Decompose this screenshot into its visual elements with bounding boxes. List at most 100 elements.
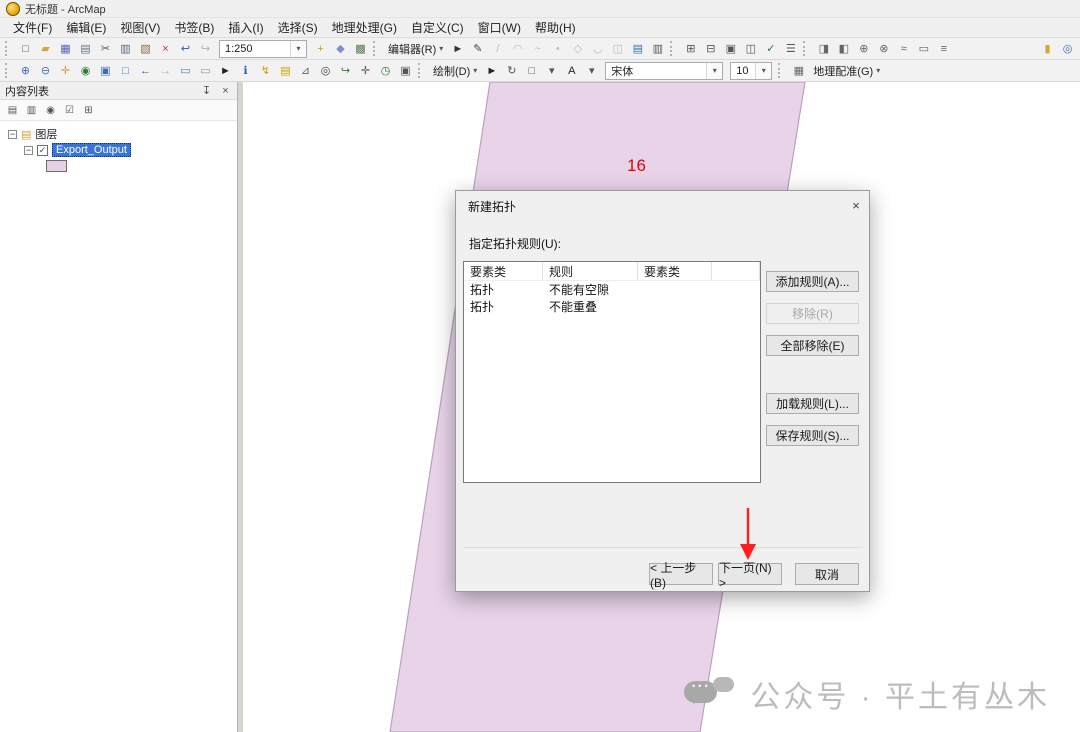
find-route-icon[interactable]: ↪ — [336, 61, 355, 80]
menu-edit[interactable]: 编辑(E) — [59, 17, 113, 38]
toolbar-grip[interactable] — [778, 63, 784, 78]
select-elements-icon[interactable]: ► — [216, 61, 235, 80]
cancel-button[interactable]: 取消 — [795, 563, 859, 585]
delete-icon[interactable]: × — [156, 39, 175, 58]
fixed-zoom-in-icon[interactable]: ▣ — [96, 61, 115, 80]
validate-topology-icon[interactable]: ✓ — [761, 39, 780, 58]
menu-customize[interactable]: 自定义(C) — [404, 17, 471, 38]
next-button[interactable]: 下一页(N) > — [718, 561, 782, 590]
editor-menu[interactable]: 编辑器(R) ▾ — [384, 41, 447, 57]
feature-construction-icon[interactable]: ▣ — [721, 39, 740, 58]
snapping-icon[interactable]: ⊟ — [701, 39, 720, 58]
save-rules-button[interactable]: 保存规则(S)... — [766, 425, 859, 446]
undo-icon[interactable]: ↩ — [176, 39, 195, 58]
list-by-drawing-order-icon[interactable]: ▤ — [4, 102, 21, 118]
list-by-selection-icon[interactable]: ☑ — [61, 102, 78, 118]
menu-file[interactable]: 文件(F) — [6, 17, 59, 38]
menu-insert[interactable]: 插入(I) — [221, 17, 270, 38]
toc-options-icon[interactable]: ⊞ — [80, 102, 97, 118]
fixed-zoom-out-icon[interactable]: □ — [116, 61, 135, 80]
print-icon[interactable]: ▤ — [76, 39, 95, 58]
toolbar-grip[interactable] — [670, 41, 676, 56]
georeferencing-menu[interactable]: 地理配准(G) ▾ — [809, 63, 884, 79]
go-to-xy-icon[interactable]: ✛ — [356, 61, 375, 80]
planarize-icon[interactable]: ◧ — [834, 39, 853, 58]
layer-node[interactable]: − ✓ Export_Output — [0, 142, 237, 158]
back-button[interactable]: < 上一步(B) — [649, 561, 713, 590]
copy-icon[interactable]: ▥ — [116, 39, 135, 58]
construct-polygons-icon[interactable]: ⊕ — [854, 39, 873, 58]
find-icon[interactable]: ◎ — [316, 61, 335, 80]
add-data-icon[interactable]: + — [311, 39, 330, 58]
search-window-icon[interactable]: ◎ — [1058, 39, 1077, 58]
edit-arrow-icon[interactable]: ► — [448, 39, 467, 58]
close-button[interactable]: × — [846, 196, 866, 214]
scale-combobox[interactable]: 1:250 ▾ — [219, 39, 307, 58]
column-header-feature-class[interactable]: 要素类 — [464, 262, 543, 280]
shared-features-icon[interactable]: ◫ — [741, 39, 760, 58]
collapse-expander-icon[interactable]: − — [24, 145, 33, 155]
forward-extent-icon[interactable]: → — [156, 61, 175, 80]
add-rule-button[interactable]: 添加规则(A)... — [766, 271, 859, 292]
zoom-in-icon[interactable]: ⊕ — [16, 61, 35, 80]
generalize-icon[interactable]: ≈ — [894, 39, 913, 58]
font-size-combobox[interactable]: 10 ▾ — [730, 61, 773, 80]
sketch-pencil-icon[interactable]: ✎ — [468, 39, 487, 58]
open-folder-icon[interactable]: ▰ — [36, 39, 55, 58]
layer-symbol-node[interactable] — [0, 158, 237, 174]
split-polygons-icon[interactable]: ⊗ — [874, 39, 893, 58]
toolbar-grip[interactable] — [373, 41, 379, 56]
time-slider-icon[interactable]: ◷ — [376, 61, 395, 80]
menu-bookmarks[interactable]: 书签(B) — [167, 17, 221, 38]
list-by-source-icon[interactable]: ▥ — [23, 102, 40, 118]
collapse-expander-icon[interactable]: − — [8, 129, 17, 139]
attributes-icon[interactable]: ▤ — [628, 39, 647, 58]
viewer-window-icon[interactable]: ▣ — [396, 61, 415, 80]
toolbar-grip[interactable] — [5, 41, 11, 56]
zoom-out-icon[interactable]: ⊖ — [36, 61, 55, 80]
split-icon[interactable]: ◫ — [608, 39, 627, 58]
draw-menu[interactable]: 绘制(D) ▾ — [429, 63, 481, 79]
load-rules-button[interactable]: 加载规则(L)... — [766, 393, 859, 414]
error-inspector-icon[interactable]: ☰ — [781, 39, 800, 58]
shape-tool-icon[interactable]: □ — [522, 61, 541, 80]
layer-symbol-swatch[interactable] — [46, 160, 67, 172]
toolbar-grip[interactable] — [5, 63, 11, 78]
layer-name-selected[interactable]: Export_Output — [52, 143, 131, 157]
select-by-rectangle-icon[interactable]: ▭ — [176, 61, 195, 80]
rotate-icon[interactable]: ↻ — [502, 61, 521, 80]
full-extent-icon[interactable]: ◉ — [76, 61, 95, 80]
column-header-rule[interactable]: 规则 — [543, 262, 638, 280]
topology-rules-table[interactable]: 要素类 规则 要素类 拓扑 不能有空隙 拓扑 不能重叠 — [463, 261, 761, 483]
toolbar-grip[interactable] — [803, 41, 809, 56]
layer-visibility-checkbox[interactable]: ✓ — [37, 144, 48, 156]
table-options-icon[interactable]: ▩ — [351, 39, 370, 58]
map-topology-icon[interactable]: ◨ — [814, 39, 833, 58]
arc-segment-icon[interactable]: ◠ — [508, 39, 527, 58]
menu-view[interactable]: 视图(V) — [113, 17, 167, 38]
edit-vertices-icon[interactable]: ◇ — [568, 39, 587, 58]
clear-selection-icon[interactable]: ▭ — [196, 61, 215, 80]
rule-row[interactable]: 拓扑 不能重叠 — [464, 298, 760, 315]
cut-icon[interactable]: ✂ — [96, 39, 115, 58]
sketch-properties-icon[interactable]: ▥ — [648, 39, 667, 58]
remove-all-button[interactable]: 全部移除(E) — [766, 335, 859, 356]
georef-layer-icon[interactable]: ▦ — [789, 61, 808, 80]
toolbar-grip[interactable] — [418, 63, 424, 78]
html-popup-icon[interactable]: ▤ — [276, 61, 295, 80]
measure-icon[interactable]: ⊿ — [296, 61, 315, 80]
pin-icon[interactable]: ↧ — [200, 84, 213, 97]
dropdown-arrow-icon[interactable]: ▾ — [706, 62, 723, 79]
editor-tool-icon[interactable]: ◆ — [331, 39, 350, 58]
save-icon[interactable]: ▦ — [56, 39, 75, 58]
topology-edit-icon[interactable]: ⊞ — [681, 39, 700, 58]
text-dropdown-arrow-icon[interactable]: ▾ — [582, 61, 601, 80]
dropdown-arrow-icon[interactable]: ▾ — [290, 40, 306, 57]
font-family-combobox[interactable]: 宋体 ▾ — [605, 61, 724, 80]
straight-segment-icon[interactable]: / — [488, 39, 507, 58]
layers-root-node[interactable]: − ▤ 图层 — [0, 126, 237, 142]
menu-geoprocessing[interactable]: 地理处理(G) — [325, 17, 404, 38]
trace-icon[interactable]: ~ — [528, 39, 547, 58]
menu-window[interactable]: 窗口(W) — [471, 17, 528, 38]
reshape-icon[interactable]: ◡ — [588, 39, 607, 58]
